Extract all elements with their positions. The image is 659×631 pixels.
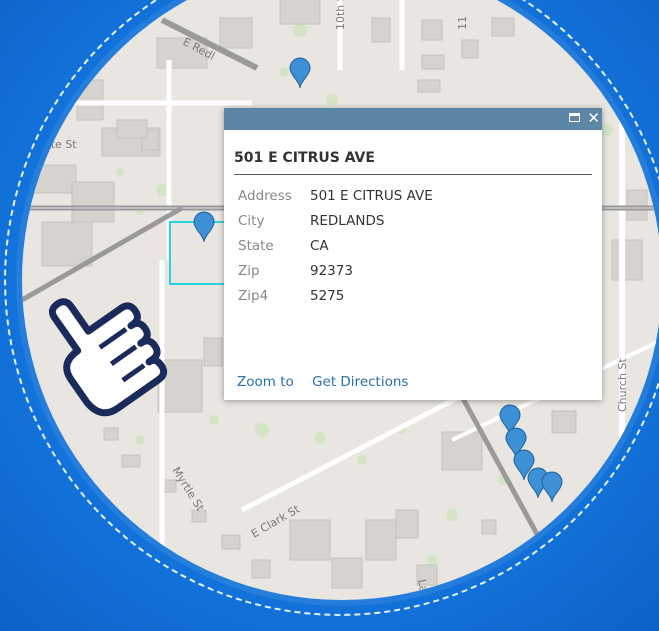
map-pin-icon[interactable] [541, 471, 563, 503]
street-label: 11 [456, 16, 469, 30]
table-row: City REDLANDS [238, 208, 433, 233]
field-value: 92373 [310, 262, 353, 279]
field-key: State [238, 237, 274, 254]
field-value: 501 E CITRUS AVE [310, 187, 433, 204]
field-value: 5275 [310, 287, 345, 304]
close-icon[interactable]: ✕ [587, 109, 600, 127]
info-popup[interactable]: ✕ 501 E CITRUS AVE Address 501 E CITRUS … [224, 108, 602, 400]
field-key: Zip [238, 262, 260, 279]
field-value: REDLANDS [310, 212, 385, 229]
popup-actions: Zoom to Get Directions [237, 374, 422, 390]
table-row: Zip 92373 [238, 258, 433, 283]
zoom-to-link[interactable]: Zoom to [237, 374, 294, 390]
attribute-table: Address 501 E CITRUS AVE City REDLANDS S… [238, 183, 433, 308]
street-label: ate St [44, 138, 77, 151]
map-pin-icon[interactable] [289, 57, 311, 89]
table-row: Zip4 5275 [238, 283, 433, 308]
street-label: 10th St [334, 0, 347, 30]
field-key: City [238, 212, 265, 229]
table-row: State CA [238, 233, 433, 258]
get-directions-link[interactable]: Get Directions [312, 374, 408, 390]
popup-title: 501 E CITRUS AVE [234, 150, 592, 175]
table-row: Address 501 E CITRUS AVE [238, 183, 433, 208]
maximize-icon[interactable] [569, 113, 580, 122]
field-key: Address [238, 187, 292, 204]
field-key: Zip4 [238, 287, 269, 304]
street-label: Church St [616, 358, 629, 412]
popup-header: ✕ [224, 108, 602, 130]
map-pin-icon[interactable] [193, 211, 215, 243]
street-label: La p [415, 578, 432, 600]
field-value: CA [310, 237, 329, 254]
pointing-hand-icon [48, 298, 168, 417]
